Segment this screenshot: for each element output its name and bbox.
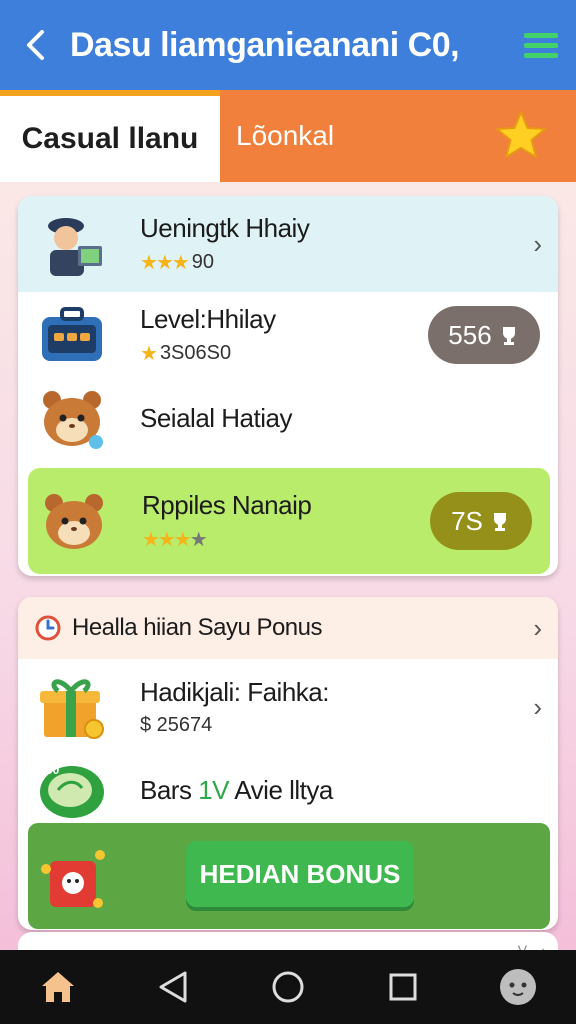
list-item[interactable]: Ueningtk Hhaiy ★★★ 90 ›: [18, 196, 558, 292]
home-nav-button[interactable]: [258, 957, 318, 1017]
hamster-avatar-icon: [43, 391, 103, 449]
tab-casual[interactable]: Casual llanu: [0, 90, 220, 182]
home-icon: [41, 972, 74, 1002]
back-nav-button[interactable]: [143, 957, 203, 1017]
bonus-name: Hadikjali: Faihka:: [140, 677, 329, 707]
menu-button[interactable]: [506, 0, 576, 90]
assistant-nav-button[interactable]: [488, 957, 548, 1017]
list-item[interactable]: 00 Bars 1V Avie lltya: [18, 755, 558, 825]
next-card-peek: [18, 932, 558, 952]
tab-lounge[interactable]: Lõonkal: [220, 90, 576, 182]
bonus-name-accent: 1V: [198, 774, 229, 805]
square-recents-icon: [389, 973, 417, 1001]
bonus-name-suffix: Avie lltya: [229, 774, 333, 805]
coin-icon: 00: [40, 763, 104, 818]
tab-bar: Casual llanu Lõonkal: [0, 90, 576, 182]
rating-stars: ★: [140, 343, 158, 365]
list-item[interactable]: Hadikjali: Faihka: $ 25674 ›: [18, 659, 558, 755]
bonus-header-label: Healla hiian Sayu Ponus: [72, 614, 323, 641]
score-value: 556: [448, 319, 492, 350]
gift-box-icon: [40, 679, 104, 739]
detective-avatar-icon: [48, 218, 102, 276]
score-badge[interactable]: 556: [428, 306, 540, 364]
clock-icon: [35, 615, 61, 641]
bonus-value: $ 25674: [140, 714, 213, 736]
claim-bonus-button[interactable]: HEDIAN BONUS: [186, 841, 414, 907]
circle-home-icon: [272, 971, 304, 1003]
recents-nav-button[interactable]: [373, 957, 433, 1017]
app-bar: Dasu liamganieanani C0,: [0, 0, 576, 90]
trophy-icon: [502, 327, 515, 345]
trophy-icon: [493, 513, 506, 531]
hamster-avatar-icon: [45, 494, 103, 549]
briefcase-avatar-icon: [42, 307, 102, 361]
app-title: Dasu liamganieanani C0,: [70, 25, 460, 64]
rating-stars: ★★★: [140, 252, 190, 274]
chevron-right-icon: ›: [533, 612, 542, 643]
list-item[interactable]: Seialal Hatiay: [18, 378, 558, 458]
player-name: Seialal Hatiay: [140, 402, 292, 433]
tab-lounge-label: Lõonkal: [236, 120, 335, 151]
bonus-name: Bars 1V Avie lltya: [140, 775, 333, 806]
player-rating: 3S06S0: [159, 342, 232, 364]
player-name: Rppiles Nanaip: [142, 490, 312, 520]
system-nav-bar: [0, 950, 576, 1024]
chevron-left-icon: [27, 30, 44, 60]
leaderboard-card: Ueningtk Hhaiy ★★★ 90 › Level:Hhilay ★ 3…: [18, 196, 558, 576]
bonus-name-prefix: Bars: [140, 774, 199, 805]
chevron-right-icon: ›: [533, 691, 542, 722]
star-icon[interactable]: [494, 109, 548, 163]
assistant-face-icon: [500, 969, 537, 1005]
svg-text:00: 00: [46, 763, 60, 777]
chevron-right-icon: ›: [533, 228, 542, 259]
home-tab-button[interactable]: [28, 957, 88, 1017]
bonus-header[interactable]: Healla hiian Sayu Ponus ›: [18, 597, 558, 659]
back-icon: [159, 971, 187, 1003]
list-item[interactable]: Level:Hhilay ★ 3S06S0 556: [18, 292, 558, 378]
rating-stars: ★★★★: [142, 529, 208, 551]
back-button[interactable]: [0, 0, 70, 90]
highlighted-list-item[interactable]: Rppiles Nanaip ★★★★ 7S: [28, 468, 550, 574]
hamburger-menu-icon: [524, 28, 558, 63]
bonus-action-bar: HEDIAN BONUS: [28, 823, 550, 929]
red-gift-icon: [41, 850, 105, 908]
bonus-card: Healla hiian Sayu Ponus › Hadikjali: Fai…: [18, 597, 558, 930]
player-name: Ueningtk Hhaiy: [140, 213, 310, 243]
score-badge[interactable]: 7S: [430, 492, 532, 550]
score-value: 7S: [451, 505, 483, 536]
player-name: Level:Hhilay: [140, 304, 276, 334]
player-rating: 90: [191, 251, 215, 273]
